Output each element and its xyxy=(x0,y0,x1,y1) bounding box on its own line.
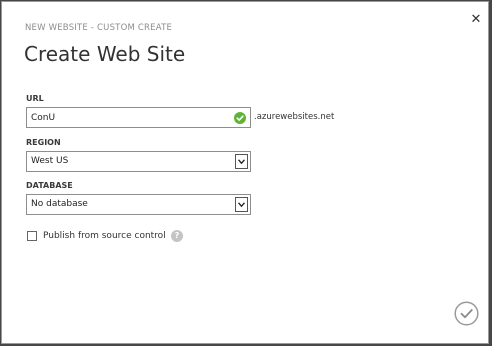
chevron-down-icon[interactable] xyxy=(235,197,248,212)
create-website-dialog: ✕ NEW WEBSITE - CUSTOM CREATE Create Web… xyxy=(1,1,489,344)
database-selected-value: No database xyxy=(31,199,88,209)
green-check-icon xyxy=(234,112,246,124)
url-input[interactable] xyxy=(31,110,221,125)
complete-button[interactable] xyxy=(454,301,479,326)
region-label: REGION xyxy=(26,138,61,147)
url-domain-suffix: .azurewebsites.net xyxy=(254,112,335,122)
publish-source-control-checkbox[interactable] xyxy=(27,231,37,241)
close-icon[interactable]: ✕ xyxy=(469,13,483,27)
chevron-down-icon[interactable] xyxy=(235,154,248,169)
dialog-subtitle: NEW WEBSITE - CUSTOM CREATE xyxy=(25,23,173,33)
dialog-title: Create Web Site xyxy=(24,42,186,66)
question-mark-icon[interactable]: ? xyxy=(171,230,183,242)
region-selected-value: West US xyxy=(31,156,69,166)
url-label: URL xyxy=(26,94,44,103)
url-field[interactable] xyxy=(26,107,251,128)
database-label: DATABASE xyxy=(26,181,73,190)
region-select[interactable]: West US xyxy=(26,151,251,172)
database-select[interactable]: No database xyxy=(26,194,251,215)
publish-source-control-label[interactable]: Publish from source control xyxy=(43,231,166,241)
